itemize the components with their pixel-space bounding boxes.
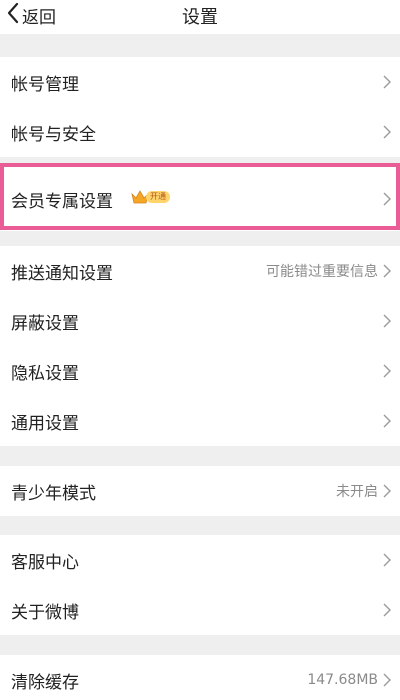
vip-settings-item[interactable]: 会员专属设置 开通	[0, 167, 400, 231]
row-label: 会员专属设置	[11, 191, 113, 212]
chevron-right-icon	[383, 553, 391, 567]
row-label: 清除缓存	[11, 672, 79, 693]
row-value: 未开启	[336, 484, 378, 500]
chevron-right-icon	[383, 264, 391, 278]
row-label: 屏蔽设置	[11, 313, 79, 334]
teen-mode-group: 青少年模式 未开启	[0, 466, 400, 516]
push-notification-item[interactable]: 推送通知设置 可能错过重要信息	[0, 246, 400, 296]
chevron-right-icon	[383, 192, 391, 206]
block-settings-item[interactable]: 屏蔽设置	[0, 296, 400, 346]
chevron-right-icon	[383, 75, 391, 89]
chevron-right-icon	[383, 125, 391, 139]
row-label: 帐号与安全	[11, 124, 96, 145]
chevron-right-icon	[383, 414, 391, 428]
row-label: 推送通知设置	[11, 263, 113, 284]
cache-group: 清除缓存 147.68MB	[0, 655, 400, 700]
chevron-right-icon	[383, 484, 391, 498]
notification-group: 推送通知设置 可能错过重要信息 屏蔽设置 隐私设置 通用设置	[0, 246, 400, 446]
chevron-right-icon	[383, 314, 391, 328]
customer-service-item[interactable]: 客服中心	[0, 535, 400, 585]
privacy-settings-item[interactable]: 隐私设置	[0, 346, 400, 396]
row-label: 帐号管理	[11, 74, 79, 95]
account-management-item[interactable]: 帐号管理	[0, 57, 400, 107]
chevron-right-icon	[383, 364, 391, 378]
account-group: 帐号管理 帐号与安全	[0, 57, 400, 157]
support-group: 客服中心 关于微博	[0, 535, 400, 635]
row-label: 隐私设置	[11, 363, 79, 384]
row-label: 青少年模式	[11, 483, 96, 504]
row-value: 可能错过重要信息	[266, 264, 378, 280]
general-settings-item[interactable]: 通用设置	[0, 396, 400, 446]
row-label: 客服中心	[11, 552, 79, 573]
chevron-right-icon	[383, 673, 391, 687]
row-label: 通用设置	[11, 413, 79, 434]
account-security-item[interactable]: 帐号与安全	[0, 107, 400, 157]
clear-cache-item[interactable]: 清除缓存 147.68MB	[0, 655, 400, 700]
chevron-right-icon	[383, 603, 391, 617]
about-weibo-item[interactable]: 关于微博	[0, 585, 400, 635]
vip-group: 会员专属设置 开通	[0, 167, 400, 231]
row-label: 关于微博	[11, 602, 79, 623]
teen-mode-item[interactable]: 青少年模式 未开启	[0, 466, 400, 516]
row-value: 147.68MB	[307, 672, 378, 688]
vip-badge: 开通	[131, 190, 170, 204]
nav-bar: 返回 设置	[0, 0, 400, 34]
page-title: 设置	[182, 7, 218, 28]
vip-open-label: 开通	[146, 191, 170, 203]
